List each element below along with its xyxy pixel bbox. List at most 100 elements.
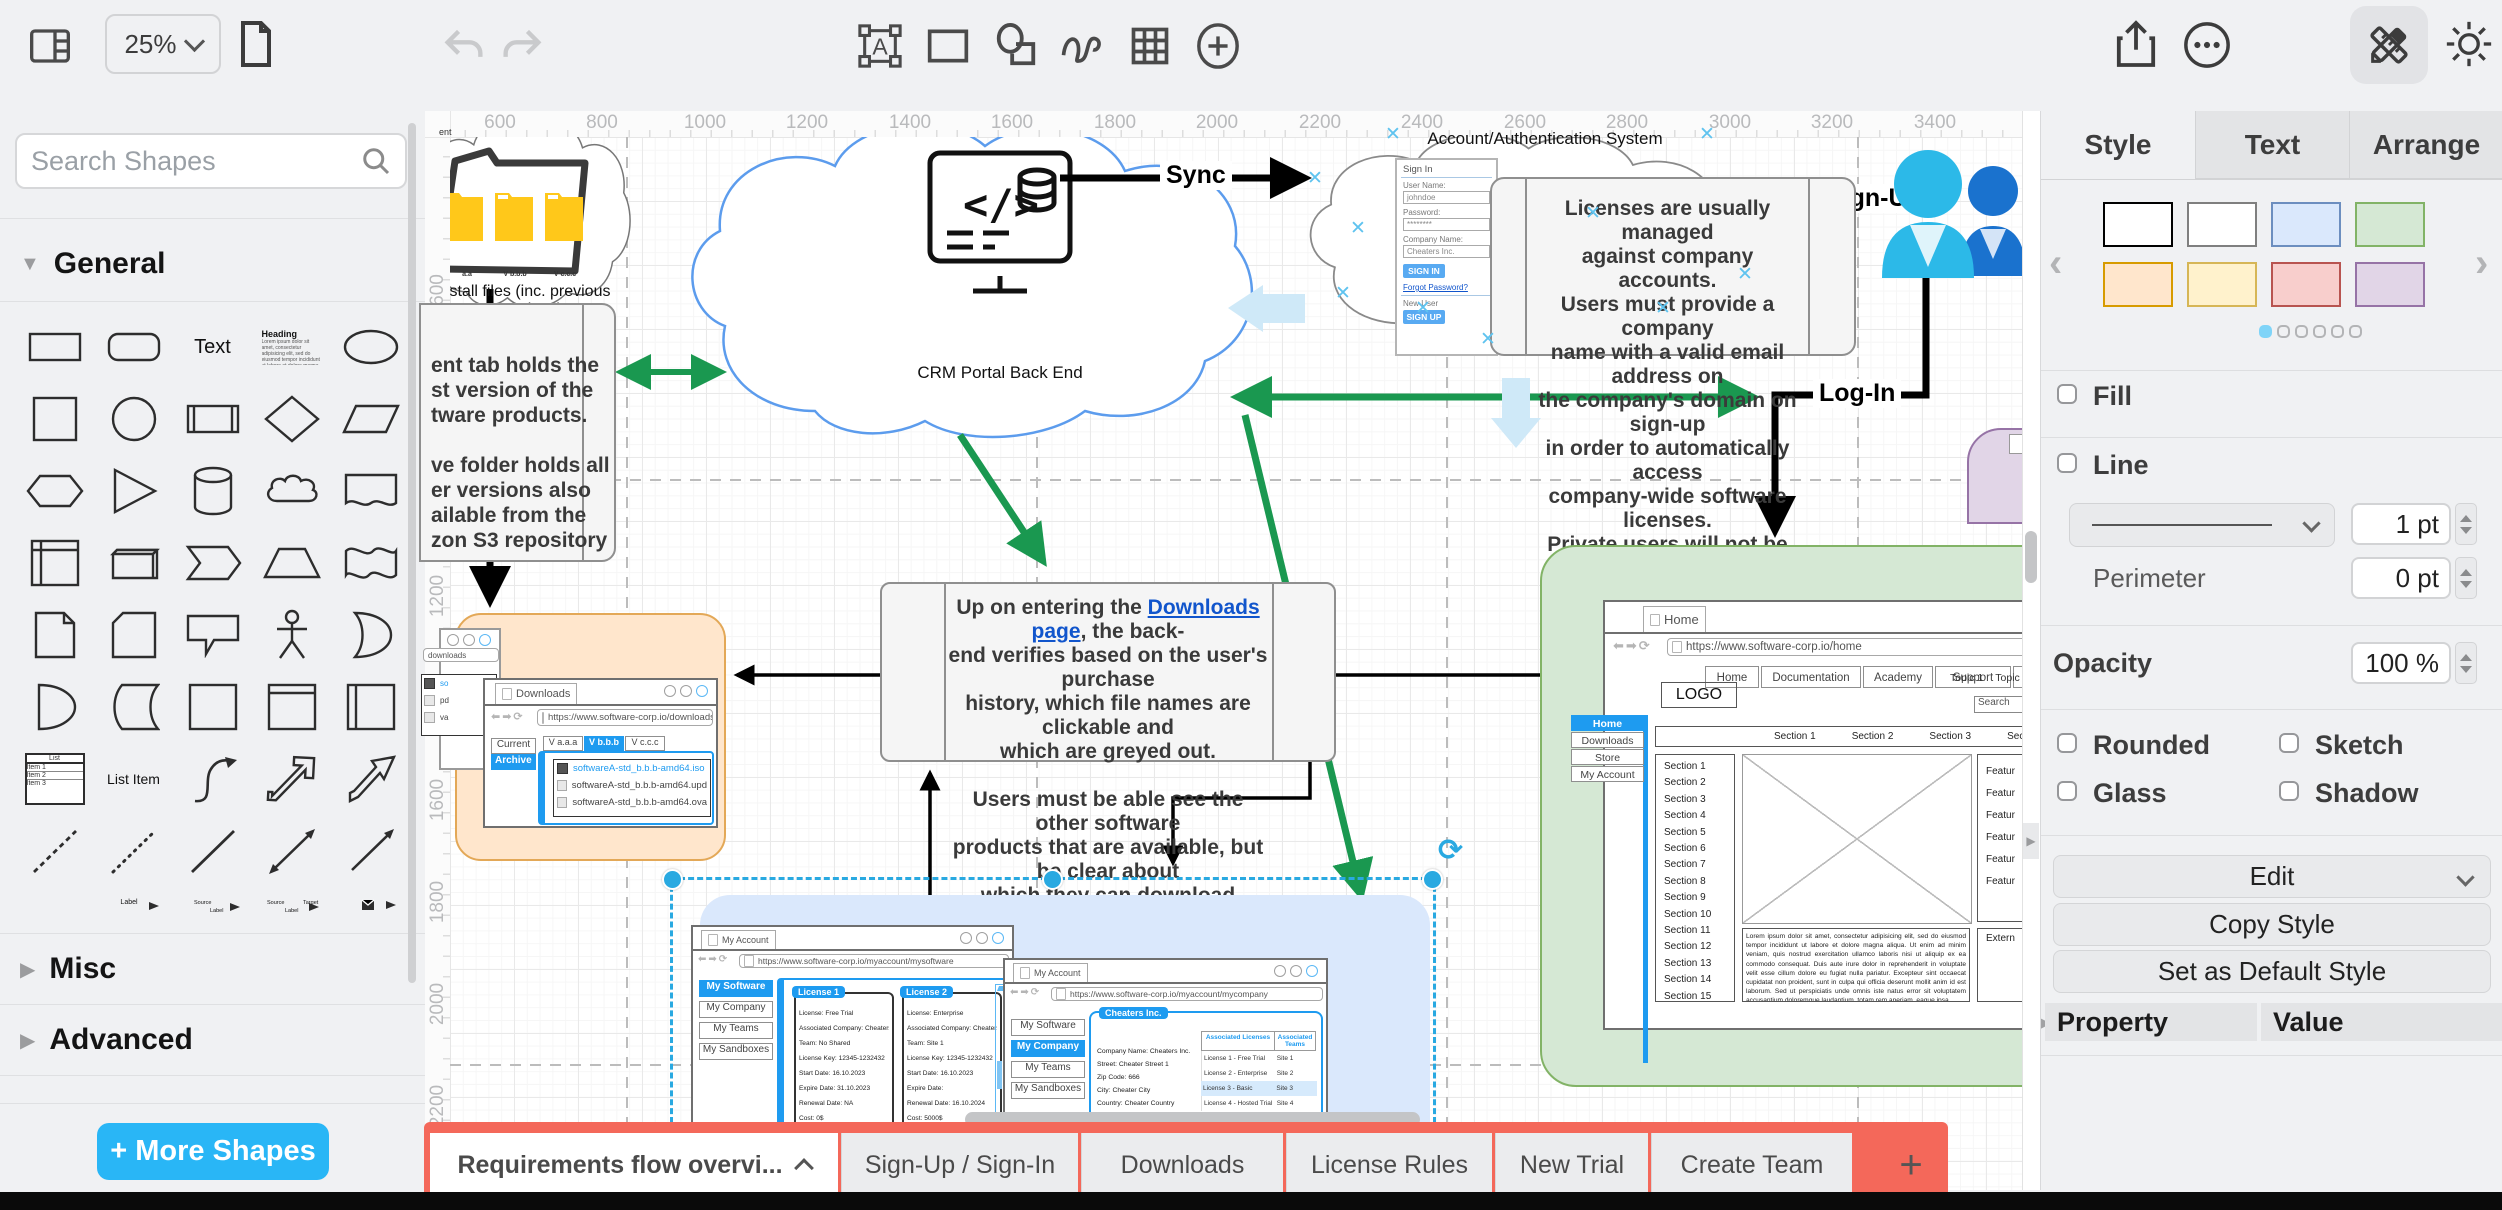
- home-nav[interactable]: Documentation: [1761, 666, 1861, 688]
- downloads-archive-tab[interactable]: Archive: [491, 754, 536, 770]
- style-swatch[interactable]: [2103, 262, 2173, 307]
- insert-shape-icon[interactable]: [1190, 18, 1246, 74]
- shape-tape[interactable]: [331, 527, 410, 599]
- page-tab[interactable]: License Rules: [1286, 1133, 1492, 1197]
- shape-ellipse[interactable]: [331, 311, 410, 383]
- rectangle-tool-icon[interactable]: [920, 18, 976, 74]
- shape-double-arrow[interactable]: [252, 815, 331, 887]
- canvas-vscrollbar[interactable]: [2025, 531, 2037, 583]
- redo-icon[interactable]: [496, 20, 548, 72]
- style-carousel-next-icon[interactable]: ›: [2475, 241, 2488, 286]
- licenses-note[interactable]: Licenses are usually managedagainst comp…: [1490, 177, 1856, 356]
- set-default-style-button[interactable]: Set as Default Style: [2053, 950, 2491, 993]
- downloads-current-tab[interactable]: Current: [491, 738, 536, 754]
- sketch-checkbox[interactable]: [2279, 733, 2299, 753]
- search-shapes-input[interactable]: Search Shapes: [15, 133, 407, 189]
- shape-dashed-line[interactable]: [15, 815, 94, 887]
- tab-arrange[interactable]: Arrange: [2349, 111, 2502, 179]
- shape-note[interactable]: [15, 599, 94, 671]
- version-tab[interactable]: V b.b.b: [584, 736, 624, 751]
- fill-checkbox[interactable]: [2057, 384, 2077, 404]
- shape-square[interactable]: [15, 383, 94, 455]
- perimeter-stepper[interactable]: [2455, 557, 2477, 599]
- shape-container[interactable]: [173, 671, 252, 743]
- shape-callout[interactable]: [173, 599, 252, 671]
- side-nav-store[interactable]: Store: [1571, 749, 1644, 765]
- perimeter-input[interactable]: 0 pt: [2351, 557, 2451, 599]
- more-shapes-button[interactable]: + More Shapes: [97, 1123, 329, 1180]
- style-swatch[interactable]: [2271, 202, 2341, 247]
- line-style-dropdown[interactable]: [2069, 503, 2335, 547]
- downloads-explanation-note[interactable]: Up on entering the Downloads page, the b…: [880, 582, 1336, 762]
- shape-process[interactable]: [173, 383, 252, 455]
- shape-source-target-arrow[interactable]: SourceLabelTarget: [252, 887, 331, 923]
- section-general[interactable]: ▼General: [20, 241, 410, 287]
- signin-button[interactable]: SIGN IN: [1403, 264, 1445, 278]
- collapse-panel-arrow[interactable]: ▶: [2023, 823, 2039, 859]
- toggle-panels-icon[interactable]: [22, 18, 78, 74]
- login-label[interactable]: Log-In: [1813, 379, 1901, 408]
- style-carousel-prev-icon[interactable]: ‹: [2049, 241, 2062, 286]
- selection-handle[interactable]: [1042, 869, 1063, 890]
- shape-cloud[interactable]: [252, 455, 331, 527]
- style-swatch[interactable]: [2187, 262, 2257, 307]
- signin-form-wireframe[interactable]: Sign In User Name: johndoe Password: ***…: [1395, 158, 1498, 356]
- page-tab-active[interactable]: Requirements flow overvi...: [430, 1133, 838, 1197]
- rotate-handle-icon[interactable]: ⟳: [1438, 833, 1463, 868]
- shape-mail-link[interactable]: [331, 887, 410, 923]
- more-options-icon[interactable]: [2178, 16, 2236, 74]
- shape-arrow[interactable]: [331, 743, 410, 815]
- shape-diamond[interactable]: [252, 383, 331, 455]
- version-tab[interactable]: V a.a.a: [543, 736, 583, 751]
- shape-link[interactable]: [15, 887, 94, 923]
- table-tool-icon[interactable]: [1122, 18, 1178, 74]
- line-width-stepper[interactable]: [2455, 503, 2477, 545]
- section-advanced[interactable]: ▶Advanced: [20, 1018, 410, 1062]
- shape-parallelogram[interactable]: [331, 383, 410, 455]
- shape-source-label-arrow[interactable]: SourceLabel: [173, 887, 252, 923]
- page-menu-caret-icon[interactable]: [794, 1158, 814, 1178]
- side-nav-home[interactable]: Home: [1571, 715, 1644, 731]
- shape-document[interactable]: [331, 455, 410, 527]
- shape-card[interactable]: [94, 599, 173, 671]
- page-tab[interactable]: Downloads: [1081, 1133, 1283, 1197]
- share-icon[interactable]: [2108, 14, 2164, 74]
- section-misc[interactable]: ▶Misc: [20, 947, 410, 991]
- shape-vertical-container[interactable]: [331, 671, 410, 743]
- page-insert-icon[interactable]: [232, 16, 280, 72]
- shape-hexagon[interactable]: [15, 455, 94, 527]
- shape-list[interactable]: ListItem 1Item 2Item 3: [15, 743, 94, 815]
- add-page-button[interactable]: +: [1888, 1140, 1934, 1190]
- page-tab[interactable]: Sign-Up / Sign-In: [841, 1133, 1078, 1197]
- edit-style-button[interactable]: Edit: [2053, 855, 2491, 898]
- shape-triangle[interactable]: [94, 455, 173, 527]
- shadow-checkbox[interactable]: [2279, 781, 2299, 801]
- shape-rectangle[interactable]: [15, 311, 94, 383]
- file-link[interactable]: softwareA-std_b.b.b-amd64.iso: [554, 760, 710, 777]
- shape-data-storage[interactable]: [94, 671, 173, 743]
- theme-icon[interactable]: [2440, 14, 2498, 74]
- opacity-input[interactable]: 100 %: [2351, 642, 2451, 684]
- home-nav[interactable]: Academy: [1863, 666, 1933, 688]
- side-nav-downloads[interactable]: Downloads: [1571, 732, 1644, 748]
- shape-line[interactable]: [173, 815, 252, 887]
- shape-cylinder[interactable]: [173, 455, 252, 527]
- users-icon[interactable]: [1880, 141, 2040, 281]
- username-field[interactable]: johndoe: [1403, 191, 1490, 204]
- style-swatch[interactable]: [2355, 262, 2425, 307]
- home-window[interactable]: Home ⬅➡⟳ https://www.software-corp.io/ho…: [1603, 600, 2060, 1030]
- side-nav-myaccount[interactable]: My Account: [1571, 766, 1644, 782]
- line-checkbox[interactable]: [2057, 453, 2077, 473]
- glass-checkbox[interactable]: [2057, 781, 2077, 801]
- shape-trapezoid[interactable]: [252, 527, 331, 599]
- shape-actor[interactable]: [252, 599, 331, 671]
- selection-handle[interactable]: [1422, 869, 1443, 890]
- shape-internal-storage[interactable]: [15, 527, 94, 599]
- sidebar-scrollbar[interactable]: [408, 123, 416, 983]
- shape-or[interactable]: [331, 599, 410, 671]
- freehand-tool-icon[interactable]: [1054, 18, 1110, 74]
- page-tab[interactable]: Create Team: [1651, 1133, 1852, 1197]
- version-tab[interactable]: V c.c.c: [625, 736, 665, 751]
- shape-text[interactable]: Text: [173, 311, 252, 383]
- style-swatch[interactable]: [2103, 202, 2173, 247]
